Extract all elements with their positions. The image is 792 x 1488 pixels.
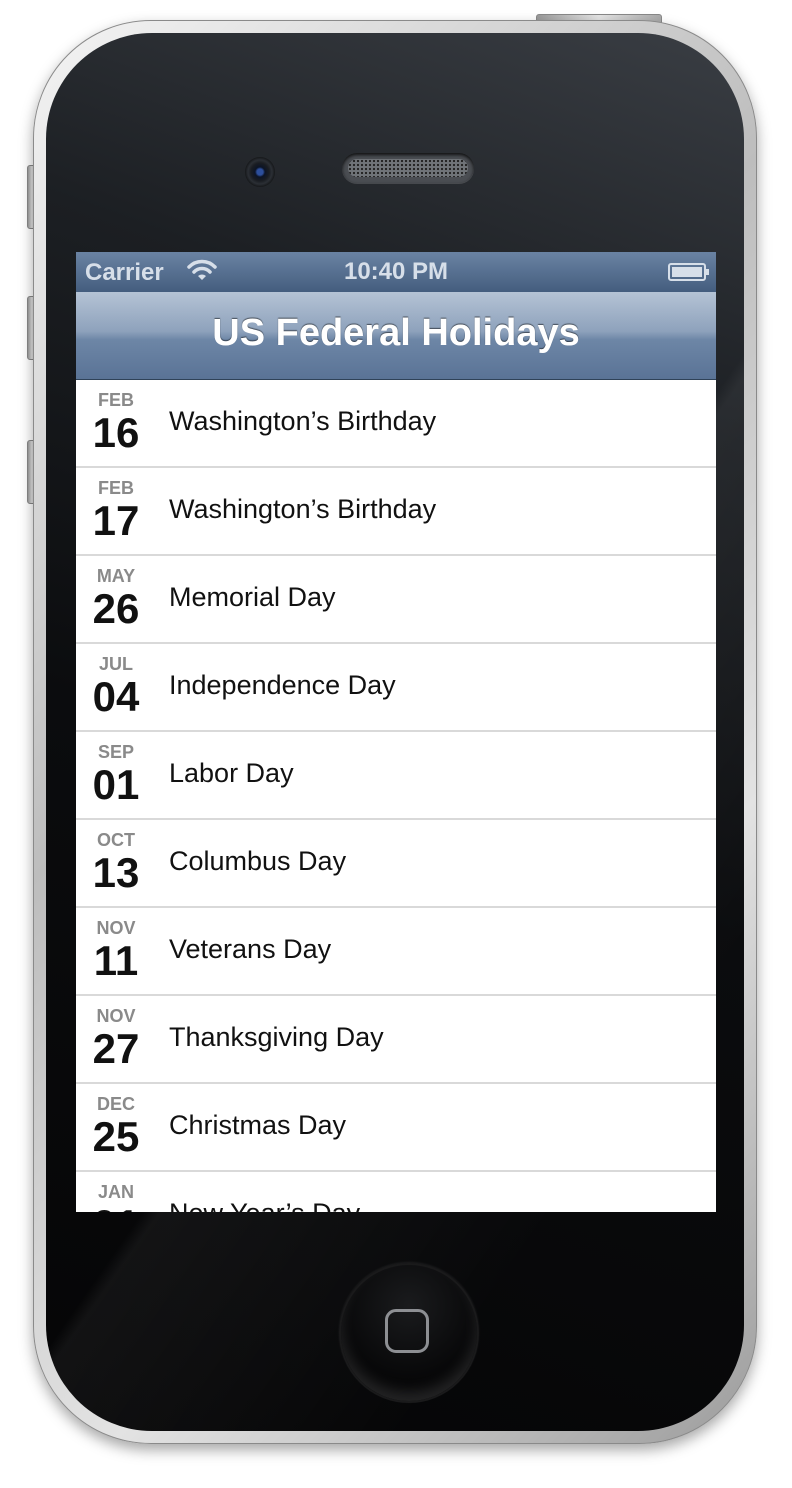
home-button[interactable] xyxy=(339,1263,479,1403)
holiday-row[interactable]: MAY 26 Memorial Day xyxy=(76,556,716,644)
holiday-name: Veterans Day xyxy=(169,934,332,964)
holiday-day: 17 xyxy=(92,497,140,544)
front-camera-icon xyxy=(245,157,275,187)
holiday-row[interactable]: JAN 01 New Year’s Day xyxy=(76,1172,716,1212)
home-square-icon xyxy=(385,1309,429,1353)
holiday-row[interactable]: NOV 11 Veterans Day xyxy=(76,908,716,996)
app-screen: Carrier 10:40 PM US Federal Holidays FEB… xyxy=(76,252,716,1212)
holiday-name: Washington’s Birthday xyxy=(169,494,437,524)
status-time: 10:40 PM xyxy=(343,258,449,285)
holiday-row[interactable]: OCT 13 Columbus Day xyxy=(76,820,716,908)
holiday-row[interactable]: FEB 16 Washington’s Birthday xyxy=(76,380,716,468)
holiday-day: 01 xyxy=(76,1200,156,1212)
holiday-row[interactable]: SEP 01 Labor Day xyxy=(76,732,716,820)
holiday-day: 16 xyxy=(92,409,140,456)
holiday-day: 27 xyxy=(92,1025,140,1072)
holiday-name: Thanksgiving Day xyxy=(169,1022,384,1052)
holiday-day: 11 xyxy=(93,937,139,984)
battery-icon xyxy=(668,263,709,281)
holiday-row[interactable]: JUL 04 Independence Day xyxy=(76,644,716,732)
holiday-name: New Year’s Day xyxy=(169,1198,360,1212)
holiday-list[interactable]: FEB 16 Washington’s Birthday FEB 17 Wash… xyxy=(76,380,716,1212)
holiday-row[interactable]: DEC 25 Christmas Day xyxy=(76,1084,716,1172)
holiday-day: 13 xyxy=(92,849,140,896)
earpiece-speaker xyxy=(342,153,474,183)
holiday-name: Washington’s Birthday xyxy=(169,406,437,436)
navigation-bar: US Federal Holidays xyxy=(76,292,716,380)
holiday-name: Independence Day xyxy=(169,670,396,700)
holiday-day: 26 xyxy=(92,585,140,632)
holiday-name: Christmas Day xyxy=(169,1110,347,1140)
holiday-day: 25 xyxy=(92,1113,140,1160)
holiday-name: Memorial Day xyxy=(169,582,336,612)
holiday-name: Labor Day xyxy=(169,758,294,788)
holiday-row[interactable]: FEB 17 Washington’s Birthday xyxy=(76,468,716,556)
status-bar: Carrier 10:40 PM xyxy=(76,252,716,292)
holiday-name: Columbus Day xyxy=(169,846,347,876)
nav-title: US Federal Holidays xyxy=(212,312,580,354)
holiday-day: 04 xyxy=(92,673,140,720)
holiday-row[interactable]: NOV 27 Thanksgiving Day xyxy=(76,996,716,1084)
holiday-day: 01 xyxy=(92,761,140,808)
